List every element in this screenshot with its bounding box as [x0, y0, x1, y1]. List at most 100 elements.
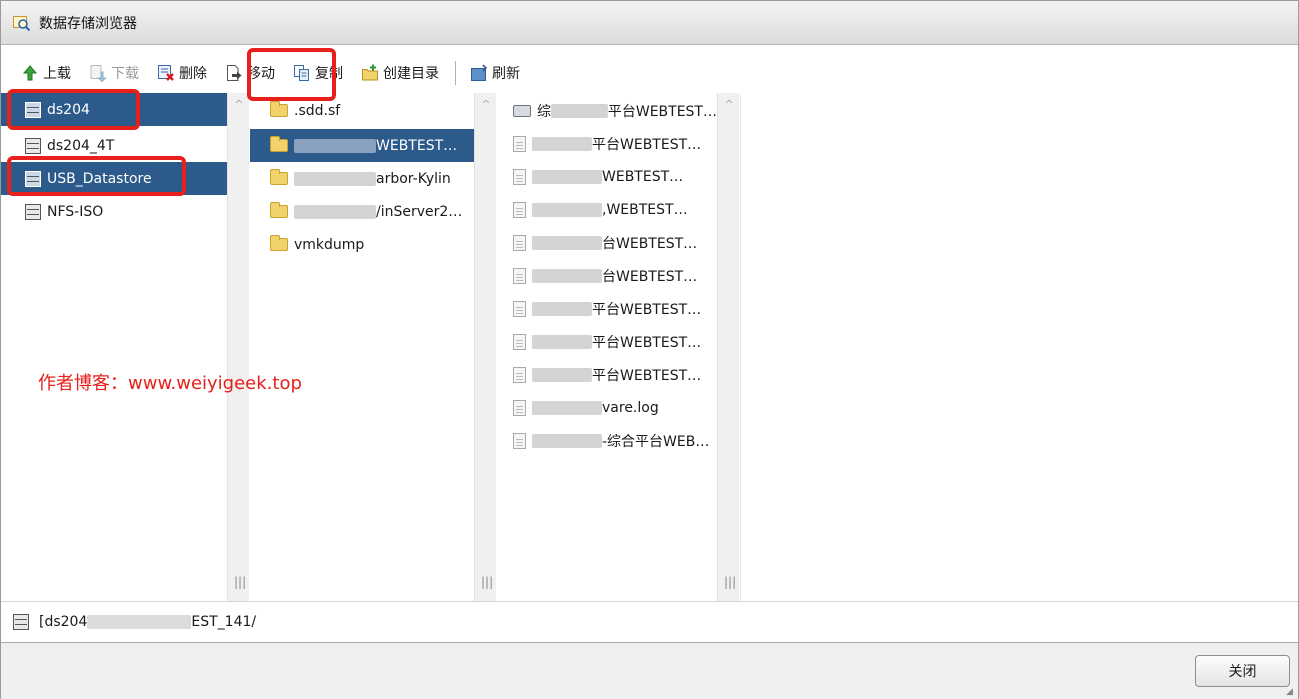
folder-label: .sdd.sf	[294, 102, 341, 119]
folder-list-pane: .sdd.sf WEBTEST… arbor-Kylin /inServer2……	[250, 93, 474, 601]
file-label: ,WEBTEST…	[602, 201, 688, 218]
redacted-text	[532, 136, 592, 151]
file-item[interactable]: -综合平台WEB…	[497, 424, 717, 457]
download-label: 下载	[111, 66, 139, 82]
file-label: 台WEBTEST…	[602, 268, 698, 285]
redacted-text	[294, 138, 376, 153]
file-label: -综合平台WEB…	[602, 433, 710, 450]
scroll-up-icon[interactable]: ^	[233, 99, 245, 111]
datastore-list-pane: ds204 ds204_4T USB_Datastore NFS-ISO	[1, 93, 227, 601]
file-label: 平台WEBTEST…	[592, 136, 702, 153]
datastore-item-usb-datastore[interactable]: USB_Datastore	[1, 162, 227, 195]
file-icon	[513, 234, 526, 251]
datastore-icon	[25, 101, 41, 118]
datastore-icon	[13, 614, 29, 630]
file-label: 平台WEBTEST…	[592, 334, 702, 351]
scroll-grip-icon[interactable]: |||	[481, 575, 493, 591]
redacted-text	[532, 367, 592, 382]
delete-icon	[157, 64, 175, 82]
file-label: 平台WEBTEST…	[592, 367, 702, 384]
file-item[interactable]: 台WEBTEST…	[497, 226, 717, 259]
file-item[interactable]: vare.log	[497, 391, 717, 424]
folder-scrollbar[interactable]: ^ |||	[474, 93, 496, 601]
file-icon	[513, 135, 526, 152]
copy-icon	[293, 64, 311, 82]
file-icon	[513, 432, 526, 449]
folder-label: WEBTEST…	[376, 137, 458, 154]
file-item[interactable]: 台WEBTEST…	[497, 259, 717, 292]
path-text-end: EST_141/	[191, 614, 257, 630]
file-item[interactable]: WEBTEST…	[497, 160, 717, 193]
file-item[interactable]: ,WEBTEST…	[497, 193, 717, 226]
folder-item[interactable]: vmkdump	[250, 228, 474, 261]
file-label-prefix: 综	[537, 103, 551, 120]
copy-label: 复制	[315, 66, 343, 82]
scroll-up-icon[interactable]: ^	[480, 99, 492, 111]
title-bar: 数据存储浏览器	[1, 1, 1298, 45]
disk-icon	[513, 104, 531, 117]
window-title: 数据存储浏览器	[39, 15, 137, 32]
download-icon	[89, 64, 107, 83]
redacted-text	[532, 169, 602, 184]
current-path-bar: [ds204 EST_141/	[1, 601, 1298, 643]
move-button[interactable]: 移动	[221, 59, 279, 87]
redacted-text	[294, 171, 376, 186]
close-button[interactable]: 关闭	[1195, 655, 1290, 687]
browser-panes: ds204 ds204_4T USB_Datastore NFS-ISO ^ |…	[1, 93, 1298, 601]
datastore-label: USB_Datastore	[47, 170, 152, 187]
redacted-text	[532, 301, 592, 316]
detail-pane	[740, 93, 1298, 601]
create-directory-button[interactable]: 创建目录	[357, 59, 443, 87]
path-text-start: [ds204	[39, 614, 88, 630]
file-icon	[513, 333, 526, 350]
datastore-item-ds204-4t[interactable]: ds204_4T	[1, 129, 227, 162]
folder-item[interactable]: .sdd.sf	[250, 94, 474, 127]
datastore-scrollbar[interactable]: ^ |||	[227, 93, 249, 601]
move-file-icon	[225, 64, 243, 82]
file-item[interactable]: 平台WEBTEST…	[497, 127, 717, 160]
datastore-label: ds204_4T	[47, 137, 115, 154]
file-icon	[513, 201, 526, 218]
file-label: 平台WEBTEST…	[592, 301, 702, 318]
file-item[interactable]: 综 平台WEBTEST…	[497, 94, 717, 127]
datastore-item-nfs-iso[interactable]: NFS-ISO	[1, 195, 227, 228]
download-button[interactable]: 下载	[85, 59, 143, 87]
create-directory-label: 创建目录	[383, 66, 439, 82]
scroll-grip-icon[interactable]: |||	[234, 575, 246, 591]
refresh-icon	[470, 64, 488, 82]
upload-label: 上载	[43, 66, 71, 82]
file-icon	[513, 399, 526, 416]
folder-icon	[270, 169, 288, 185]
folder-item[interactable]: /inServer2…	[250, 195, 474, 228]
resize-grip-icon[interactable]: ◢	[1286, 687, 1296, 697]
datastore-browser-icon	[13, 15, 31, 31]
redacted-text	[532, 400, 602, 415]
folder-item[interactable]: arbor-Kylin	[250, 162, 474, 195]
folder-icon	[270, 101, 288, 117]
move-label: 移动	[247, 66, 275, 82]
scroll-grip-icon[interactable]: |||	[724, 575, 736, 591]
folder-icon	[270, 235, 288, 251]
folder-icon	[270, 202, 288, 218]
copy-button[interactable]: 复制	[289, 59, 347, 87]
new-folder-icon	[361, 64, 379, 82]
refresh-label: 刷新	[492, 66, 520, 82]
datastore-label: ds204	[47, 101, 90, 118]
file-scrollbar[interactable]: ^ |||	[717, 93, 739, 601]
redacted-text	[532, 433, 602, 448]
file-item[interactable]: 平台WEBTEST…	[497, 292, 717, 325]
file-item[interactable]: 平台WEBTEST…	[497, 358, 717, 391]
file-icon	[513, 267, 526, 284]
toolbar-separator	[455, 61, 456, 85]
folder-item-selected[interactable]: WEBTEST…	[250, 129, 474, 162]
blog-watermark: 作者博客：www.weiyigeek.top	[38, 373, 302, 394]
datastore-icon	[25, 203, 41, 220]
delete-button[interactable]: 删除	[153, 59, 211, 87]
datastore-label: NFS-ISO	[47, 203, 104, 220]
file-item[interactable]: 平台WEBTEST…	[497, 325, 717, 358]
redacted-text	[532, 235, 602, 250]
datastore-item-ds204[interactable]: ds204	[1, 93, 227, 126]
upload-button[interactable]: 上载	[17, 59, 75, 87]
scroll-up-icon[interactable]: ^	[723, 99, 735, 111]
refresh-button[interactable]: 刷新	[466, 59, 524, 87]
